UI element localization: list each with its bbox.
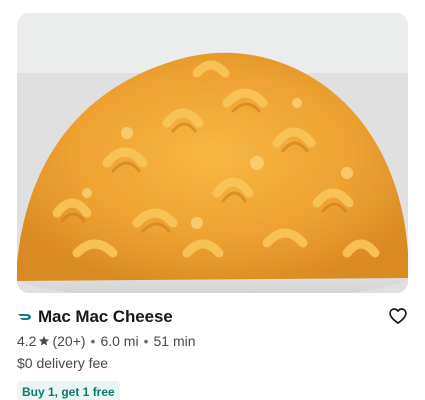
store-info: Mac Mac Cheese 4.2 (20+) • 6.0 mi • 51 m… — [17, 306, 408, 400]
separator-dot: • — [143, 333, 149, 349]
eta: 51 min — [153, 333, 196, 349]
store-meta: 4.2 (20+) • 6.0 mi • 51 min — [17, 331, 408, 351]
store-card[interactable]: Mac Mac Cheese 4.2 (20+) • 6.0 mi • 51 m… — [0, 0, 425, 400]
store-name[interactable]: Mac Mac Cheese — [38, 307, 173, 327]
rating-value: 4.2 — [17, 333, 37, 349]
review-count: (20+) — [52, 333, 86, 349]
separator-dot: • — [90, 333, 96, 349]
delivery-fee: $0 delivery fee — [17, 355, 109, 371]
store-title-row[interactable]: Mac Mac Cheese — [17, 306, 408, 328]
heart-outline-icon[interactable] — [388, 306, 408, 326]
distance: 6.0 mi — [100, 333, 139, 349]
star-icon — [39, 336, 50, 346]
dashpass-icon — [18, 314, 31, 320]
mac-and-cheese-image — [17, 13, 408, 293]
promo-badge: Buy 1, get 1 free — [17, 381, 120, 400]
food-photo[interactable] — [17, 13, 408, 293]
